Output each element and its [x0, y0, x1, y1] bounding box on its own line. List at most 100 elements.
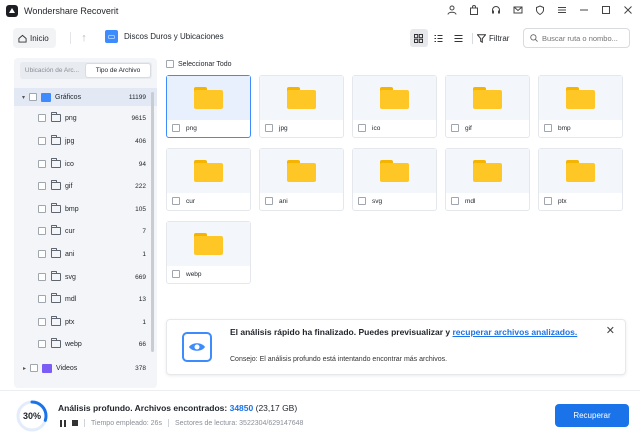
tree-item-svg[interactable]: svg 669 [14, 268, 157, 286]
menu-icon[interactable] [556, 4, 568, 16]
headset-icon[interactable] [490, 4, 502, 16]
filter-button[interactable]: Filtrar [477, 29, 509, 47]
checkbox[interactable] [172, 270, 180, 278]
checkbox[interactable] [38, 205, 46, 213]
folder-card-label: gif [465, 124, 472, 132]
filter-icon [477, 33, 486, 43]
sidebar: Ubicación de Arc... Tipo de Archivo ▾ Gr… [14, 58, 157, 388]
checkbox[interactable] [38, 250, 46, 258]
checkbox[interactable] [38, 182, 46, 190]
folder-card-mdl[interactable]: mdl [445, 148, 530, 211]
checkbox[interactable] [358, 197, 366, 205]
checkbox[interactable] [265, 124, 273, 132]
shopping-bag-icon[interactable] [468, 4, 480, 16]
breadcrumb[interactable]: Discos Duros y Ubicaciones [124, 32, 224, 41]
checkbox[interactable] [38, 160, 46, 168]
chevron-right-icon[interactable]: ▸ [23, 365, 26, 372]
folder-card-label: ico [372, 124, 381, 132]
tree-item-graficos[interactable]: ▾ Gráficos 11199 [14, 88, 157, 106]
checkbox[interactable] [166, 60, 174, 68]
checkbox[interactable] [38, 340, 46, 348]
folder-card-cur[interactable]: cur [166, 148, 251, 211]
tab-file-location[interactable]: Ubicación de Arc... [20, 62, 84, 79]
elapsed-time: Tiempo empleado: 26s [91, 419, 162, 427]
tree-item-jpg[interactable]: jpg 406 [14, 132, 157, 150]
folder-icon [566, 87, 595, 109]
checkbox[interactable] [38, 273, 46, 281]
folder-icon [51, 158, 61, 168]
recover-button[interactable]: Recuperar [555, 404, 629, 427]
folder-card-ptx[interactable]: ptx [538, 148, 623, 211]
home-button[interactable]: Inicio [13, 28, 56, 48]
maximize-icon[interactable] [600, 4, 612, 16]
chevron-down-icon[interactable]: ▾ [22, 94, 25, 101]
checkbox[interactable] [451, 124, 459, 132]
folder-card-png[interactable]: png [166, 75, 251, 138]
checkbox[interactable] [358, 124, 366, 132]
view-toggle [410, 29, 467, 47]
up-arrow-icon[interactable]: ↑ [76, 28, 92, 48]
pause-icon[interactable] [60, 419, 66, 427]
folder-card-svg[interactable]: svg [352, 148, 437, 211]
hard-drive-icon: ▭ [105, 30, 118, 43]
checkbox[interactable] [29, 93, 38, 101]
stop-icon[interactable] [72, 420, 78, 426]
tree-item-bmp[interactable]: bmp 105 [14, 200, 157, 218]
divider [167, 419, 169, 427]
tree-item-webp[interactable]: webp 66 [14, 335, 157, 353]
checkbox[interactable] [38, 114, 46, 122]
select-all[interactable]: Seleccionar Todo [166, 60, 232, 68]
folder-card-bmp[interactable]: bmp [538, 75, 623, 138]
tree-item-ptx[interactable]: ptx 1 [14, 313, 157, 331]
toolbar: Inicio ↑ ▭ Discos Duros y Ubicaciones Fi… [0, 26, 640, 50]
list-view-icon[interactable] [449, 29, 467, 47]
checkbox[interactable] [544, 197, 552, 205]
detail-list-icon[interactable] [430, 29, 448, 47]
checkbox[interactable] [451, 197, 459, 205]
sidebar-scrollbar[interactable] [151, 92, 154, 352]
checkbox[interactable] [172, 124, 180, 132]
tree-item-label: mdl [65, 295, 77, 303]
close-notification-icon[interactable]: ✕ [606, 324, 615, 337]
tree-item-ico[interactable]: ico 94 [14, 155, 157, 173]
minimize-icon[interactable] [578, 4, 590, 16]
folder-icon [51, 180, 61, 190]
shield-icon[interactable] [534, 4, 546, 16]
close-icon[interactable] [622, 4, 634, 16]
search-box[interactable] [523, 28, 630, 48]
mail-icon[interactable] [512, 4, 524, 16]
folder-icon [51, 112, 61, 122]
folder-card-webp[interactable]: webp [166, 221, 251, 284]
folder-card-jpg[interactable]: jpg [259, 75, 344, 138]
tree-item-label: gif [65, 182, 73, 190]
checkbox[interactable] [38, 318, 46, 326]
search-input[interactable] [542, 33, 626, 43]
checkbox[interactable] [38, 295, 46, 303]
checkbox[interactable] [172, 197, 180, 205]
tree-item-label: webp [65, 340, 82, 348]
checkbox[interactable] [38, 137, 46, 145]
checkbox[interactable] [30, 364, 39, 372]
grid-view-icon[interactable] [410, 29, 428, 47]
tree-item-ani[interactable]: ani 1 [14, 245, 157, 263]
progress-ring: 30% [15, 399, 49, 433]
folder-icon [51, 316, 61, 326]
folder-card-label: bmp [558, 124, 571, 132]
checkbox[interactable] [544, 124, 552, 132]
image-category-icon [41, 92, 52, 102]
checkbox[interactable] [265, 197, 273, 205]
checkbox[interactable] [38, 227, 46, 235]
folder-card-gif[interactable]: gif [445, 75, 530, 138]
account-icon[interactable] [446, 4, 458, 16]
tab-file-type[interactable]: Tipo de Archivo [85, 63, 151, 78]
folder-icon [51, 293, 61, 303]
tree-item-gif[interactable]: gif 222 [14, 177, 157, 195]
tree-item-mdl[interactable]: mdl 13 [14, 290, 157, 308]
tree-item-videos[interactable]: ▸ Videos 378 [14, 359, 157, 377]
folder-card-ani[interactable]: ani [259, 148, 344, 211]
folder-icon [287, 87, 316, 109]
tree-item-cur[interactable]: cur 7 [14, 222, 157, 240]
recover-analyzed-link[interactable]: recuperar archivos analizados. [453, 327, 578, 337]
tree-item-png[interactable]: png 9615 [14, 109, 157, 127]
folder-card-ico[interactable]: ico [352, 75, 437, 138]
